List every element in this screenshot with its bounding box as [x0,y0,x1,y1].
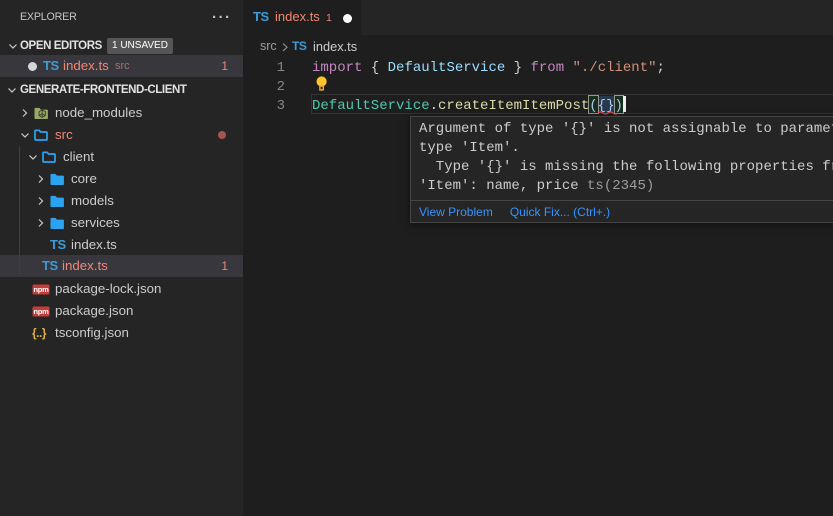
svg-text:npm: npm [33,285,49,294]
svg-text:npm: npm [33,307,49,316]
